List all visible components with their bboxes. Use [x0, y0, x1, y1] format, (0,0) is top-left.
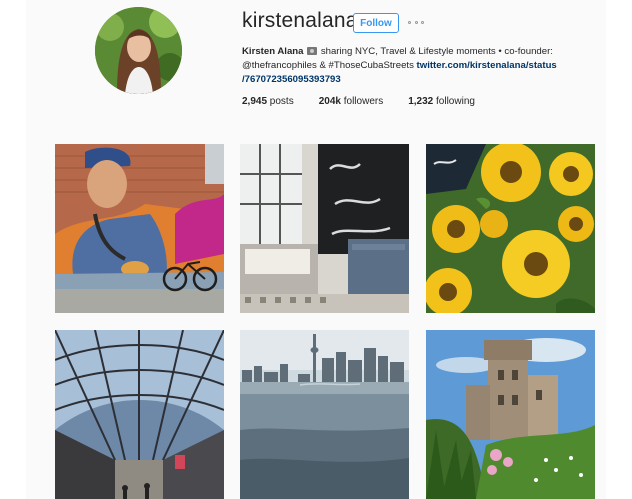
post-thumbnail[interactable]: [240, 144, 409, 313]
post-thumbnail[interactable]: [240, 330, 409, 499]
bio: Kirsten Alana sharing NYC, Travel & Life…: [242, 45, 562, 87]
posts-stat: 2,945 posts: [242, 96, 294, 107]
website-link-part1[interactable]: twitter.com/kirstenalana/status: [414, 60, 557, 71]
hashtag-link[interactable]: #ThoseCubaStreets: [329, 60, 414, 71]
post-thumbnail[interactable]: [426, 144, 595, 313]
mention-link[interactable]: @thefrancophiles: [242, 60, 317, 71]
camera-icon: [307, 47, 318, 55]
website-link-part2[interactable]: /767072356095393793: [242, 74, 341, 85]
profile-page: kirstenalana Follow Kirsten Alana sharin…: [0, 0, 632, 499]
follow-button[interactable]: Follow: [353, 13, 399, 33]
bio-amp: &: [316, 60, 329, 71]
username: kirstenalana: [242, 9, 358, 32]
following-stat[interactable]: 1,232 following: [408, 96, 475, 107]
avatar[interactable]: [95, 7, 182, 94]
post-thumbnail[interactable]: [426, 330, 595, 499]
post-thumbnail[interactable]: [55, 330, 224, 499]
followers-stat[interactable]: 204k followers: [319, 96, 384, 107]
profile-stats: 2,945 posts 204k followers 1,232 followi…: [242, 96, 500, 107]
post-thumbnail[interactable]: [55, 144, 224, 313]
more-options-icon[interactable]: [408, 19, 424, 25]
bio-text: sharing NYC, Travel & Lifestyle moments …: [318, 46, 553, 57]
full-name: Kirsten Alana: [242, 46, 304, 57]
